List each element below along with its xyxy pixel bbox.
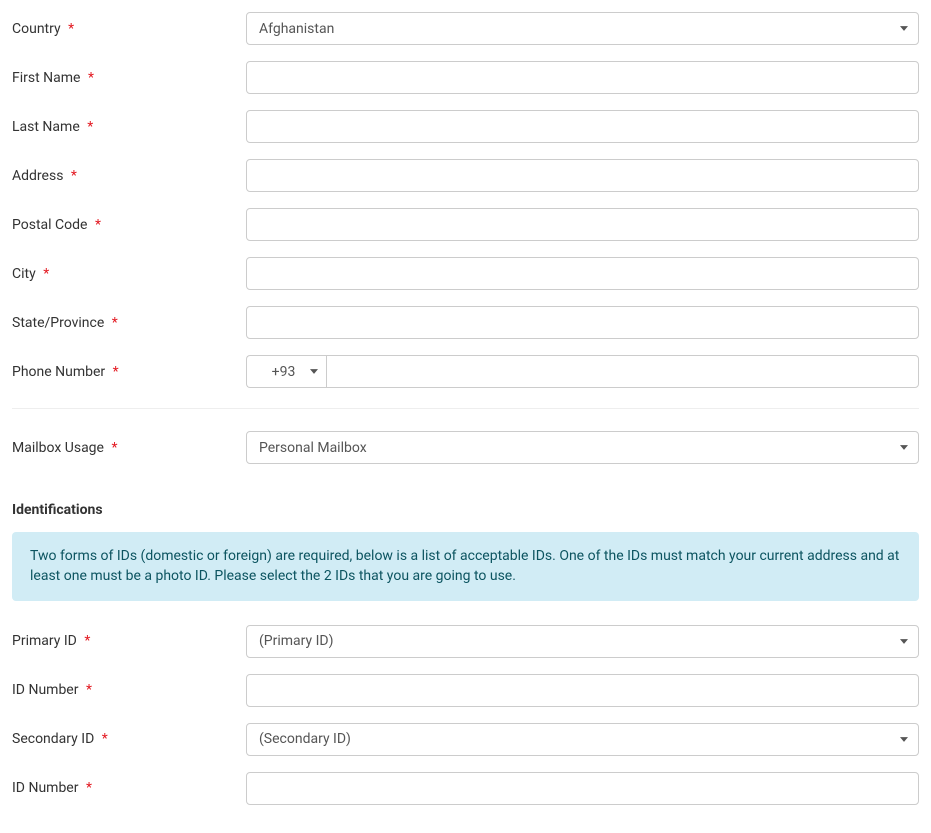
secondary-id-select[interactable]: (Secondary ID) xyxy=(246,723,919,756)
phone-code-select[interactable]: +93 xyxy=(246,355,326,388)
required-asterisk: * xyxy=(88,70,94,86)
address-input[interactable] xyxy=(246,159,919,192)
phone-number-label-text: Phone Number xyxy=(12,364,105,380)
primary-id-number-label-text: ID Number xyxy=(12,682,78,698)
required-asterisk: * xyxy=(95,217,101,233)
last-name-row: Last Name * xyxy=(12,110,919,143)
required-asterisk: * xyxy=(71,168,77,184)
address-label-text: Address xyxy=(12,168,63,184)
secondary-id-number-row: ID Number * xyxy=(12,772,919,805)
phone-number-input[interactable] xyxy=(326,355,919,388)
city-row: City * xyxy=(12,257,919,290)
postal-code-label: Postal Code * xyxy=(12,217,246,233)
postal-code-row: Postal Code * xyxy=(12,208,919,241)
first-name-label: First Name * xyxy=(12,70,246,86)
postal-code-label-text: Postal Code xyxy=(12,217,87,233)
postal-code-input[interactable] xyxy=(246,208,919,241)
state-province-label-text: State/Province xyxy=(12,315,104,331)
last-name-label: Last Name * xyxy=(12,119,246,135)
country-select[interactable]: Afghanistan xyxy=(246,12,919,45)
secondary-id-number-label-text: ID Number xyxy=(12,780,78,796)
primary-id-label: Primary ID * xyxy=(12,633,246,649)
country-label: Country * xyxy=(12,21,246,37)
mailbox-usage-row: Mailbox Usage * Personal Mailbox xyxy=(12,431,919,464)
last-name-input[interactable] xyxy=(246,110,919,143)
secondary-id-number-label: ID Number * xyxy=(12,780,246,796)
city-label-text: City xyxy=(12,266,36,282)
required-asterisk: * xyxy=(43,266,49,282)
required-asterisk: * xyxy=(112,315,118,331)
required-asterisk: * xyxy=(111,440,117,456)
state-province-row: State/Province * xyxy=(12,306,919,339)
secondary-id-label-text: Secondary ID xyxy=(12,731,94,747)
secondary-id-label: Secondary ID * xyxy=(12,731,246,747)
primary-id-label-text: Primary ID xyxy=(12,633,77,649)
mailbox-usage-label-text: Mailbox Usage xyxy=(12,440,104,456)
first-name-label-text: First Name xyxy=(12,70,80,86)
required-asterisk: * xyxy=(86,682,92,698)
state-province-label: State/Province * xyxy=(12,315,246,331)
first-name-input[interactable] xyxy=(246,61,919,94)
last-name-label-text: Last Name xyxy=(12,119,80,135)
required-asterisk: * xyxy=(86,780,92,796)
phone-number-row: Phone Number * +93 xyxy=(12,355,919,388)
identifications-title: Identifications xyxy=(12,502,919,518)
mailbox-usage-select[interactable]: Personal Mailbox xyxy=(246,431,919,464)
city-input[interactable] xyxy=(246,257,919,290)
secondary-id-number-input[interactable] xyxy=(246,772,919,805)
primary-id-number-input[interactable] xyxy=(246,674,919,707)
identifications-info-box: Two forms of IDs (domestic or foreign) a… xyxy=(12,532,919,601)
first-name-row: First Name * xyxy=(12,61,919,94)
primary-id-select[interactable]: (Primary ID) xyxy=(246,625,919,658)
primary-id-row: Primary ID * (Primary ID) xyxy=(12,625,919,658)
address-label: Address * xyxy=(12,168,246,184)
country-label-text: Country xyxy=(12,21,61,37)
city-label: City * xyxy=(12,266,246,282)
mailbox-usage-label: Mailbox Usage * xyxy=(12,440,246,456)
required-asterisk: * xyxy=(87,119,93,135)
required-asterisk: * xyxy=(102,731,108,747)
required-asterisk: * xyxy=(68,21,74,37)
divider xyxy=(12,408,919,409)
primary-id-number-label: ID Number * xyxy=(12,682,246,698)
phone-group: +93 xyxy=(246,355,919,388)
phone-number-label: Phone Number * xyxy=(12,364,246,380)
primary-id-number-row: ID Number * xyxy=(12,674,919,707)
secondary-id-row: Secondary ID * (Secondary ID) xyxy=(12,723,919,756)
required-asterisk: * xyxy=(113,364,119,380)
required-asterisk: * xyxy=(84,633,90,649)
address-row: Address * xyxy=(12,159,919,192)
state-province-input[interactable] xyxy=(246,306,919,339)
country-row: Country * Afghanistan xyxy=(12,12,919,45)
